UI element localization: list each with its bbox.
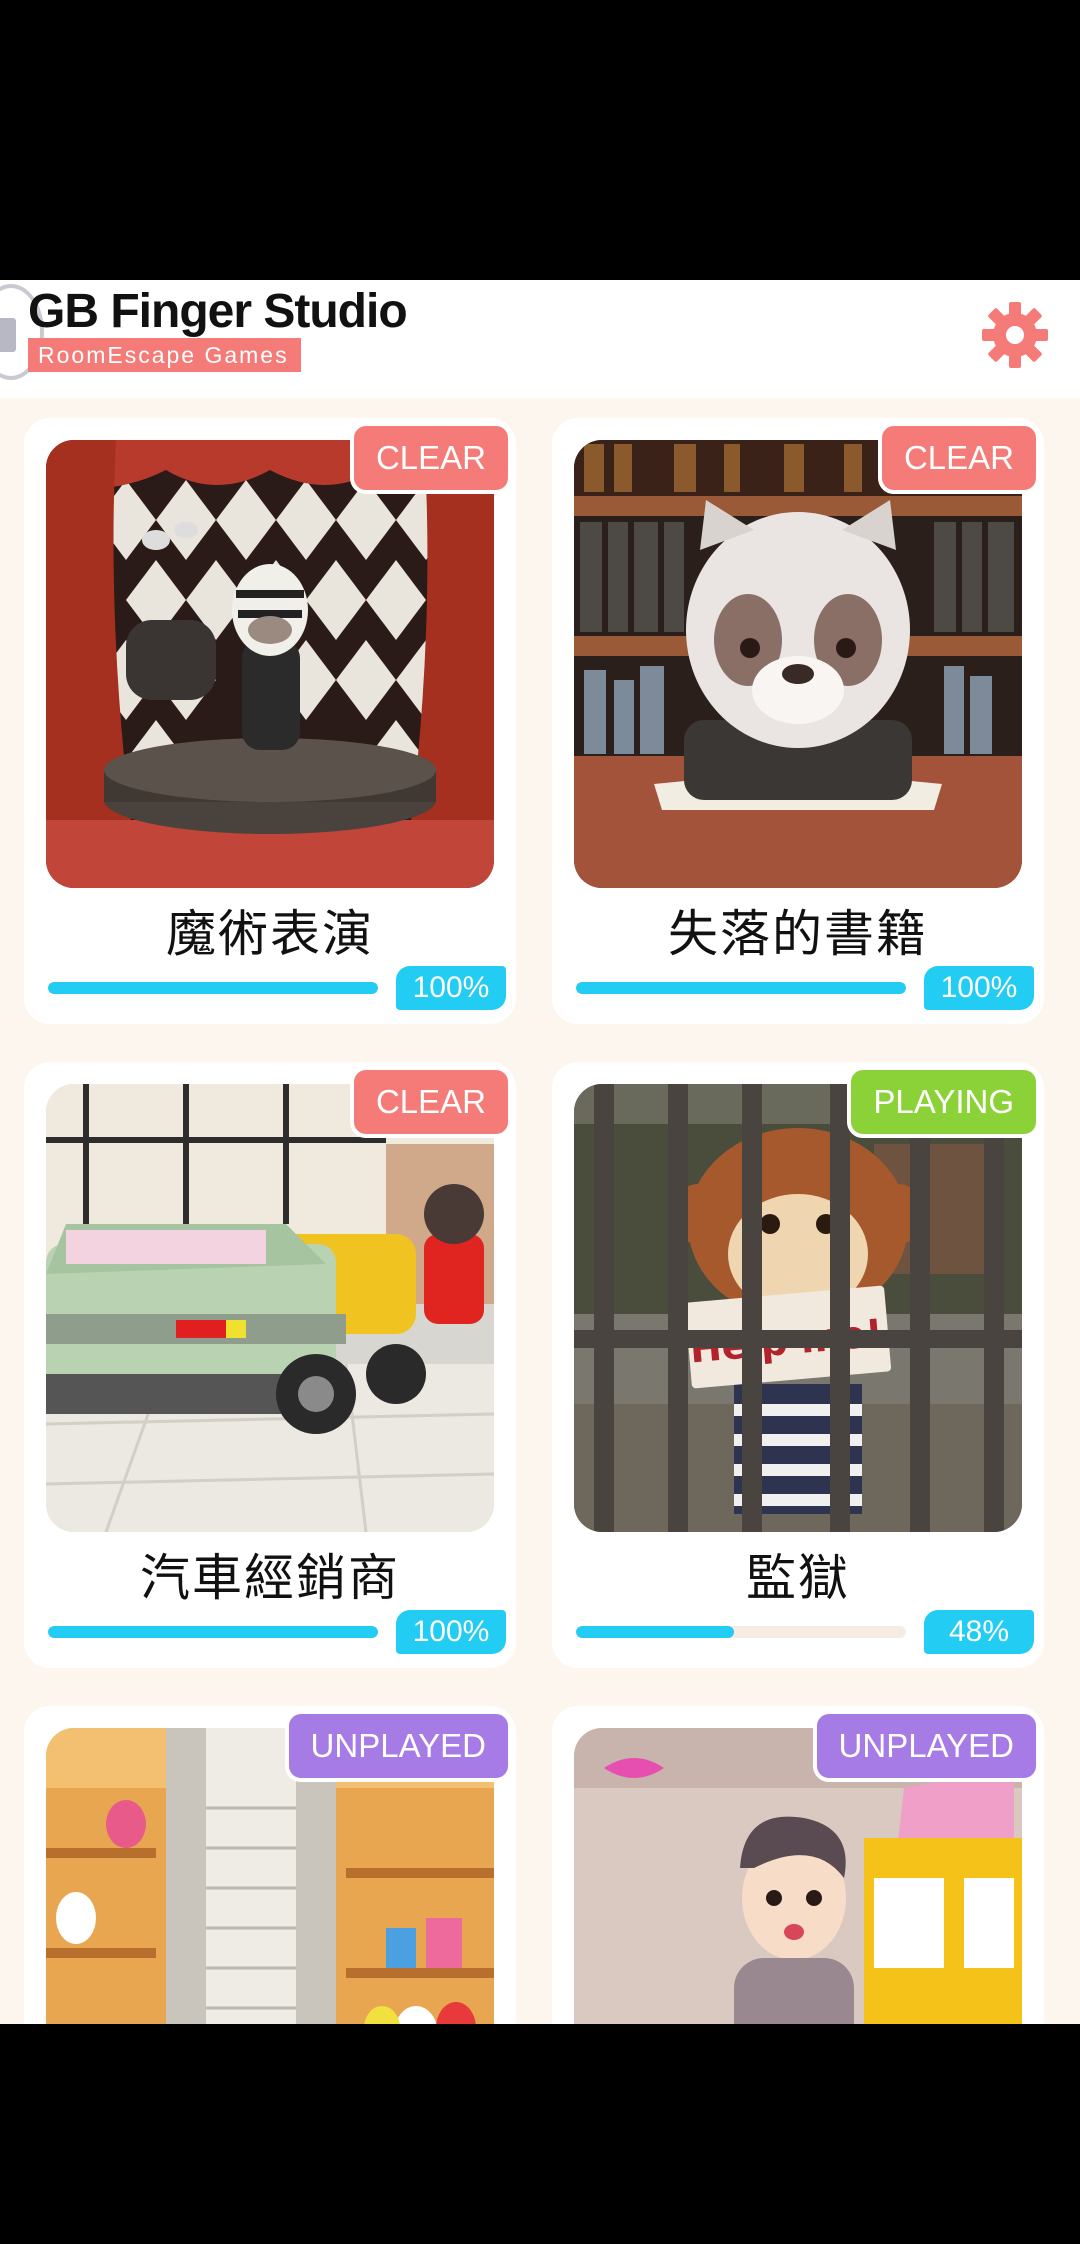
game-title: 失落的書籍: [668, 905, 928, 963]
progress-bar: [48, 1626, 378, 1638]
status-badge: CLEAR: [349, 422, 512, 494]
game-card-library[interactable]: CLEAR 失落的書籍 100%: [552, 418, 1044, 1024]
settings-button[interactable]: [976, 296, 1054, 374]
progress-fill: [576, 982, 906, 994]
progress-fill: [576, 1626, 735, 1638]
progress-percent: 100%: [924, 966, 1034, 1010]
app-header: GB Finger Studio RoomEscape Games: [0, 280, 1080, 398]
app-title: GB Finger Studio: [28, 285, 408, 338]
game-card-arcade[interactable]: UNPLAYED: [552, 1706, 1044, 2024]
navigation-bar-area: [0, 2024, 1080, 2244]
game-thumbnail: Help me!: [574, 1084, 1022, 1532]
status-badge: CLEAR: [349, 1066, 512, 1138]
status-badge: UNPLAYED: [284, 1710, 512, 1782]
status-badge: PLAYING: [847, 1066, 1040, 1138]
app-screen: CLEAR 魔術表演 100% CLEAR 失落的書籍 100% CLEAR 汽…: [0, 280, 1080, 2024]
progress-bar: [576, 1626, 906, 1638]
game-card-magic-show[interactable]: CLEAR 魔術表演 100%: [24, 418, 516, 1024]
status-badge: CLEAR: [877, 422, 1040, 494]
game-thumbnail: [46, 440, 494, 888]
game-card-prison[interactable]: Help me! PLAYING 監獄 48%: [552, 1062, 1044, 1668]
progress-percent: 100%: [396, 966, 506, 1010]
progress-bar: [576, 982, 906, 994]
progress-percent: 100%: [396, 1610, 506, 1654]
progress-bar: [48, 982, 378, 994]
game-title: 魔術表演: [166, 905, 374, 963]
game-card-toy-store[interactable]: UNPLAYED: [24, 1706, 516, 2024]
progress-fill: [48, 982, 378, 994]
app-subtitle: RoomEscape Games: [28, 338, 301, 372]
game-title: 監獄: [746, 1549, 850, 1607]
status-badge: UNPLAYED: [812, 1710, 1040, 1782]
game-thumbnail: [46, 1084, 494, 1532]
status-bar-area: [0, 0, 1080, 280]
gear-icon: [982, 302, 1048, 368]
game-title: 汽車經銷商: [140, 1549, 400, 1607]
game-thumbnail: [574, 440, 1022, 888]
game-grid: CLEAR 魔術表演 100% CLEAR 失落的書籍 100% CLEAR 汽…: [0, 280, 1080, 2024]
progress-percent: 48%: [924, 1610, 1034, 1654]
game-card-car-dealer[interactable]: CLEAR 汽車經銷商 100%: [24, 1062, 516, 1668]
progress-fill: [48, 1626, 378, 1638]
